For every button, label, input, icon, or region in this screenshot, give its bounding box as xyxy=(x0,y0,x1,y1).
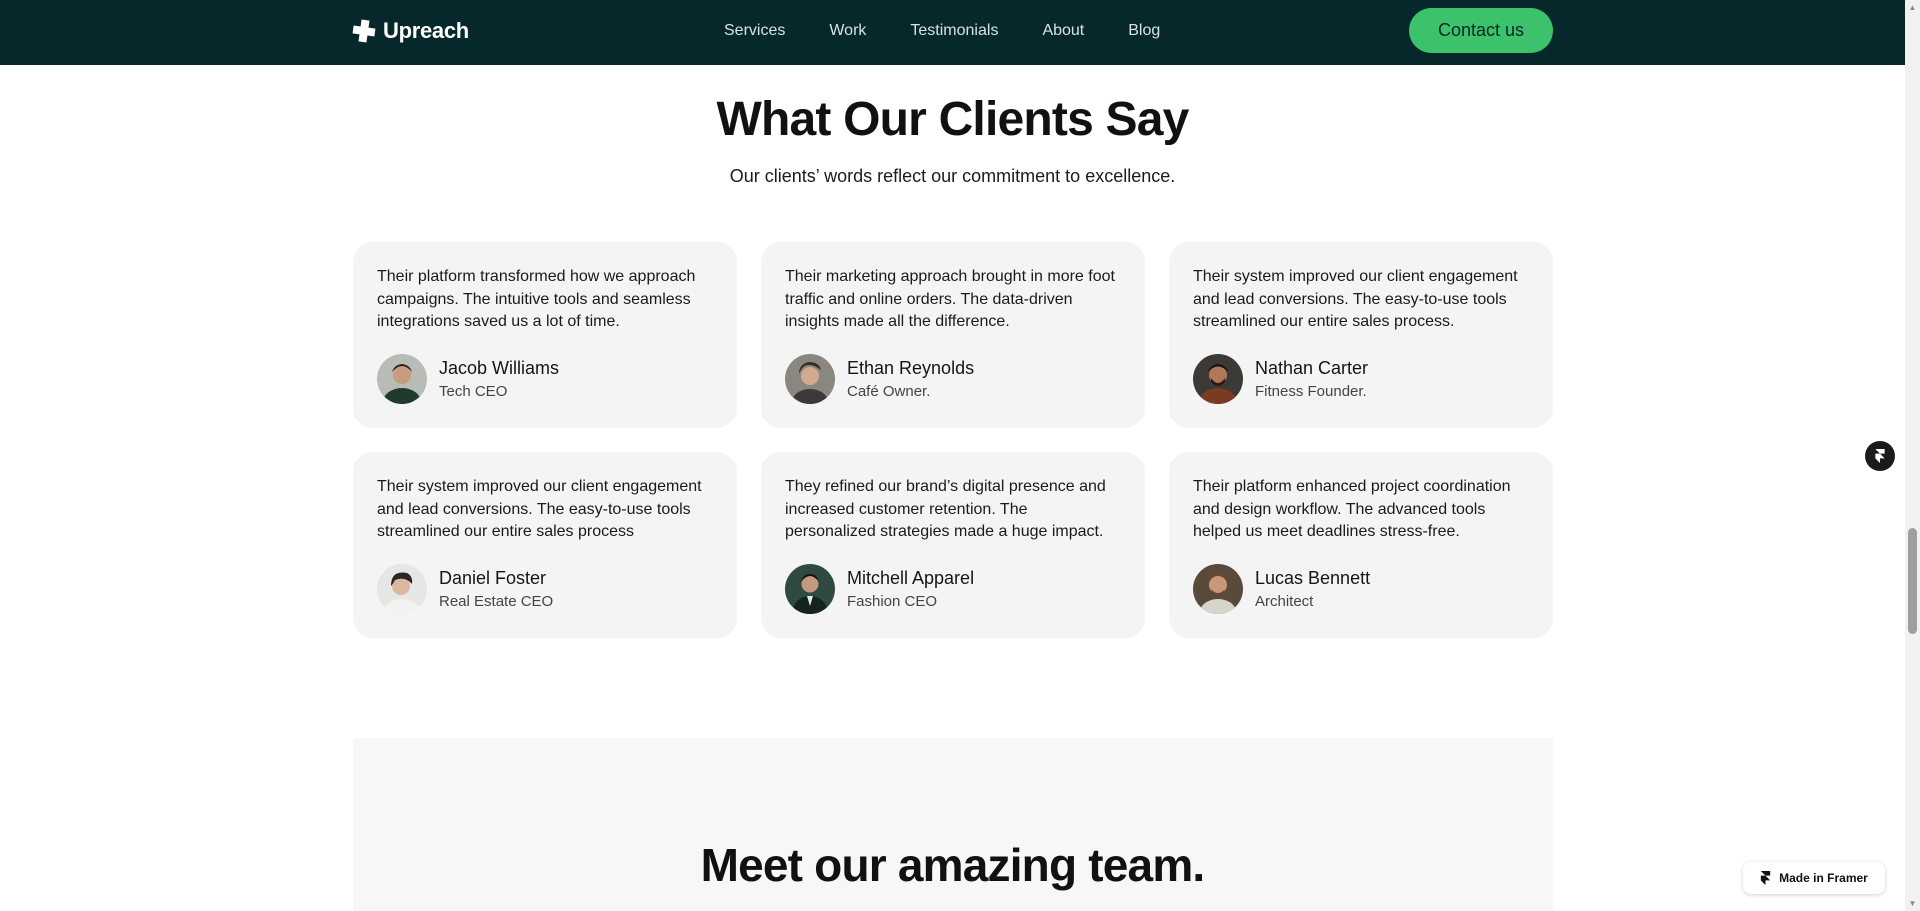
testimonials-subtitle: Our clients’ words reflect our commitmen… xyxy=(729,166,1176,186)
avatar xyxy=(377,354,427,404)
author-name: Lucas Bennett xyxy=(1255,567,1371,588)
testimonial-card: Their platform transformed how we approa… xyxy=(353,242,737,428)
avatar xyxy=(785,354,835,404)
testimonial-quote: Their system improved our client engagem… xyxy=(1193,268,1518,330)
scrollbar-thumb[interactable] xyxy=(1908,528,1917,634)
author-role: Real Estate CEO xyxy=(439,592,554,610)
avatar xyxy=(1193,354,1243,404)
testimonial-card: Their system improved our client engagem… xyxy=(1169,242,1553,428)
author-role: Fashion CEO xyxy=(847,592,938,610)
testimonials-title: What Our Clients Say xyxy=(716,93,1189,146)
testimonial-quote: Their platform transformed how we approa… xyxy=(377,268,696,330)
framer-icon[interactable] xyxy=(1865,441,1895,471)
testimonial-author: Mitchell Apparel Fashion CEO xyxy=(785,564,974,614)
avatar xyxy=(1193,564,1243,614)
nav-link-about[interactable]: About xyxy=(1042,21,1084,41)
author-role: Café Owner. xyxy=(847,382,931,400)
testimonial-card: Their platform enhanced project coordina… xyxy=(1169,452,1553,638)
author-role: Architect xyxy=(1255,592,1314,610)
nav-links: Services Work Testimonials About Blog xyxy=(724,21,1204,41)
avatar xyxy=(377,564,427,614)
author-role: Fitness Founder. xyxy=(1255,382,1367,400)
testimonial-author: Lucas Bennett Architect xyxy=(1193,564,1370,614)
avatar xyxy=(785,564,835,614)
logo-text: Upreach xyxy=(383,18,469,43)
nav-link-services[interactable]: Services xyxy=(724,21,785,41)
author-name: Mitchell Apparel xyxy=(847,567,975,588)
author-name: Daniel Foster xyxy=(439,567,547,588)
testimonial-card: They refined our brand’s digital presenc… xyxy=(761,452,1145,638)
navbar: Upreach Services Work Testimonials About… xyxy=(0,0,1905,65)
testimonial-author: Jacob Williams Tech CEO xyxy=(377,354,559,404)
scroll-up-arrow-icon[interactable]: ▲ xyxy=(1905,0,1920,15)
author-name: Jacob Williams xyxy=(439,357,560,378)
testimonial-card: Their marketing approach brought in more… xyxy=(761,242,1145,428)
scroll-down-arrow-icon[interactable]: ▼ xyxy=(1905,896,1920,911)
testimonial-author: Nathan Carter Fitness Founder. xyxy=(1193,354,1368,404)
testimonial-quote: They refined our brand’s digital presenc… xyxy=(785,478,1106,540)
contact-us-button[interactable]: Contact us xyxy=(1409,8,1553,53)
testimonial-author: Daniel Foster Real Estate CEO xyxy=(377,564,553,614)
nav-link-testimonials[interactable]: Testimonials xyxy=(910,21,998,41)
plus-logo-icon xyxy=(352,19,376,43)
team-title: Meet our amazing team. xyxy=(700,839,1206,891)
nav-link-work[interactable]: Work xyxy=(829,21,866,41)
nav-link-blog[interactable]: Blog xyxy=(1128,21,1160,41)
testimonial-grid: Their platform transformed how we approa… xyxy=(353,242,1553,638)
testimonial-quote: Their marketing approach brought in more… xyxy=(785,268,1115,330)
made-in-framer-badge[interactable]: Made in Framer xyxy=(1743,862,1885,894)
testimonial-quote: Their system improved our client engagem… xyxy=(377,478,702,540)
author-name: Ethan Reynolds xyxy=(847,357,975,378)
logo[interactable]: Upreach xyxy=(352,16,469,46)
testimonial-quote: Their platform enhanced project coordina… xyxy=(1193,478,1511,540)
framer-icon xyxy=(1760,871,1771,885)
testimonial-author: Ethan Reynolds Café Owner. xyxy=(785,354,974,404)
badge-label: Made in Framer xyxy=(1779,871,1868,885)
author-role: Tech CEO xyxy=(439,382,508,400)
author-name: Nathan Carter xyxy=(1255,357,1369,378)
testimonial-card: Their system improved our client engagem… xyxy=(353,452,737,638)
scrollbar[interactable]: ▲ ▼ xyxy=(1905,0,1920,911)
